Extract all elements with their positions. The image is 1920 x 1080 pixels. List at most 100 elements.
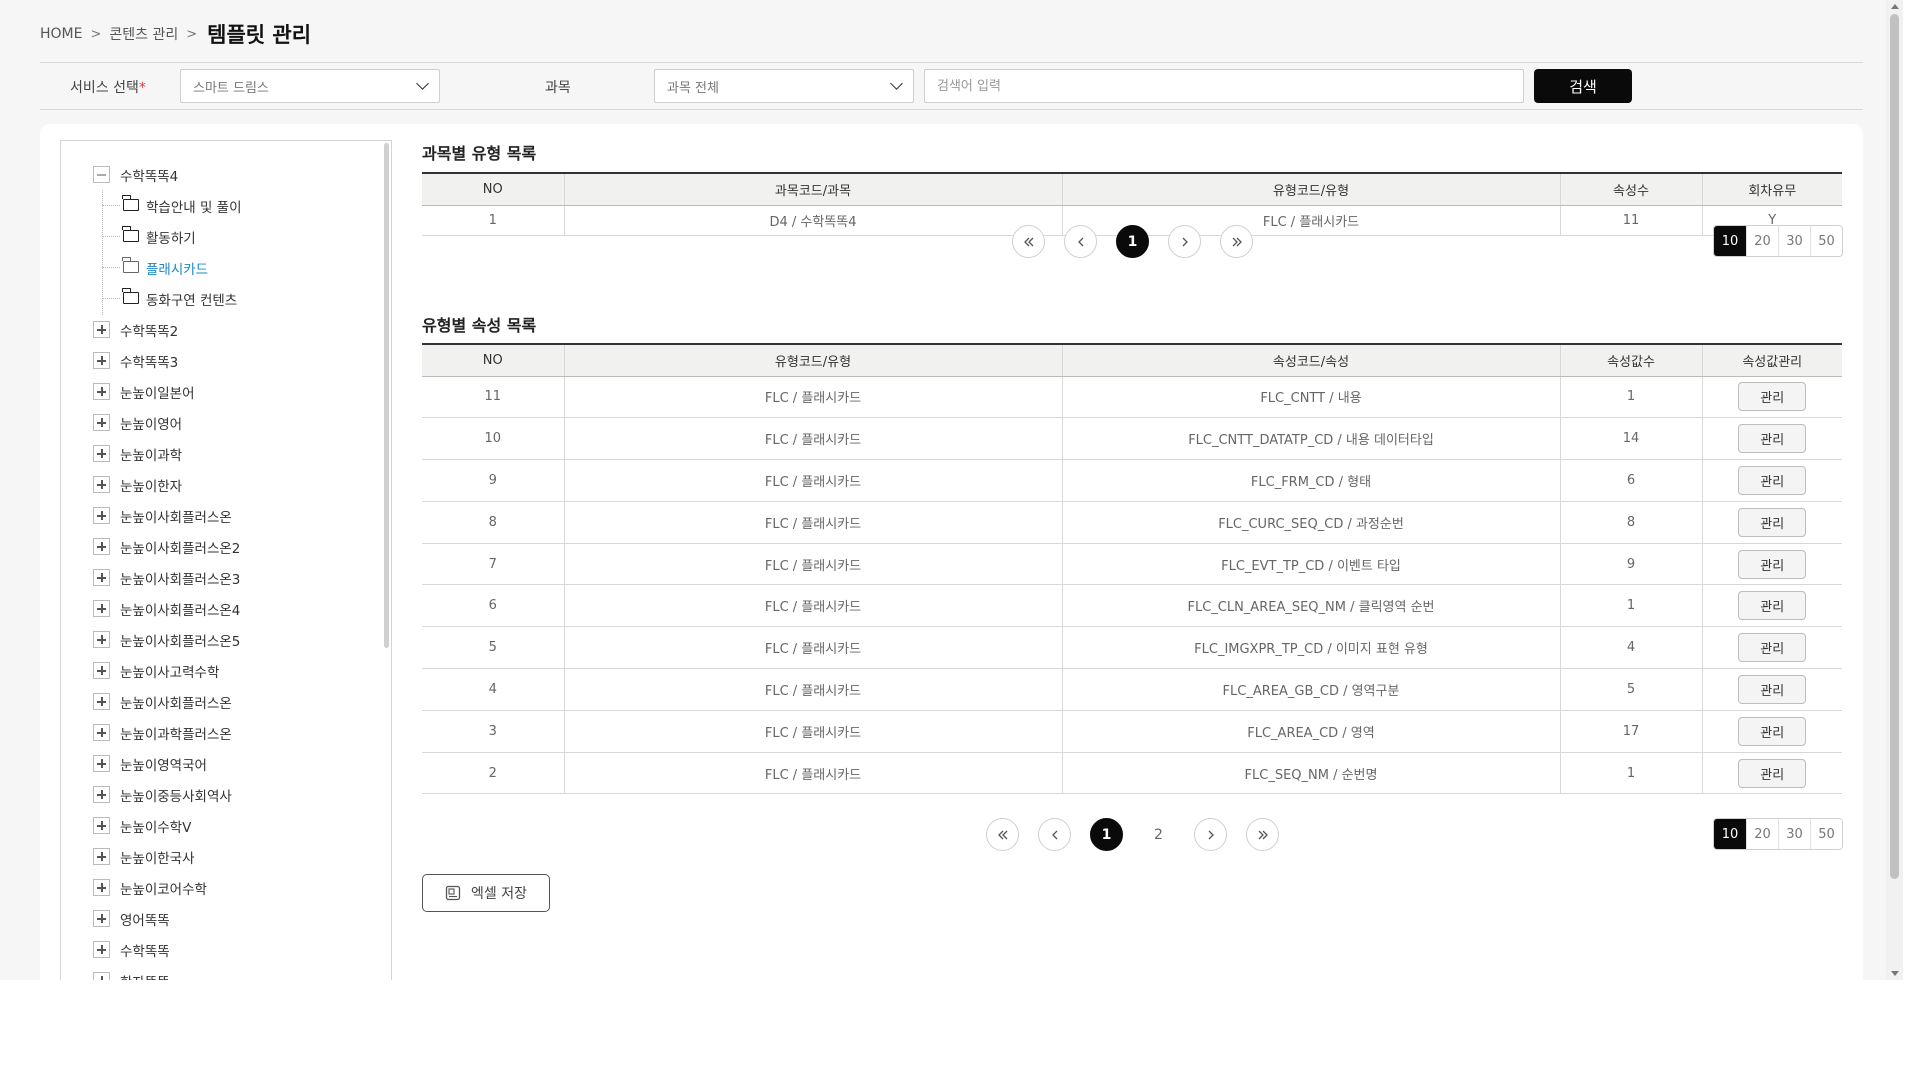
tree-item[interactable]: 눈높이사회플러스온2: [61, 531, 381, 562]
scroll-down-icon[interactable]: [1891, 971, 1899, 976]
manage-button[interactable]: 관리: [1738, 382, 1807, 412]
tree-item[interactable]: 눈높이사고력수학: [61, 655, 381, 686]
tree-item[interactable]: 수학똑똑2: [61, 314, 381, 345]
manage-button[interactable]: 관리: [1738, 465, 1807, 495]
tree-item-child[interactable]: 활동하기: [61, 221, 381, 252]
tree-item[interactable]: 한자똑똑: [61, 965, 381, 980]
expand-icon[interactable]: [93, 724, 110, 741]
tree-item[interactable]: 수학똑똑: [61, 934, 381, 965]
last-page-button[interactable]: [1246, 818, 1279, 851]
expand-icon[interactable]: [93, 879, 110, 896]
expand-icon[interactable]: [93, 693, 110, 710]
page-size-option[interactable]: 10: [1714, 819, 1746, 849]
first-page-button[interactable]: [986, 818, 1019, 851]
manage-button[interactable]: 관리: [1738, 758, 1807, 788]
table-row[interactable]: 8 FLC / 플래시카드 FLC_CURC_SEQ_CD / 과정순번 8 관리: [422, 501, 1842, 544]
last-page-button[interactable]: [1220, 225, 1253, 258]
tree-item[interactable]: 눈높이사회플러스온4: [61, 593, 381, 624]
expand-icon[interactable]: [93, 662, 110, 679]
search-button[interactable]: 검색: [1534, 69, 1632, 103]
expand-icon[interactable]: [93, 631, 110, 648]
page-scrollbar[interactable]: [1886, 0, 1903, 980]
expand-icon[interactable]: [93, 817, 110, 834]
tree-item-child[interactable]: 학습안내 및 풀이: [61, 190, 381, 221]
expand-icon[interactable]: [93, 569, 110, 586]
table-row[interactable]: 3 FLC / 플래시카드 FLC_AREA_CD / 영역 17 관리: [422, 710, 1842, 753]
collapse-icon[interactable]: [93, 166, 110, 183]
page-number-button[interactable]: 1: [1116, 225, 1149, 258]
manage-button[interactable]: 관리: [1738, 674, 1807, 704]
keyword-input[interactable]: [924, 69, 1524, 103]
tree-item[interactable]: 영어똑똑: [61, 903, 381, 934]
table-row[interactable]: 5 FLC / 플래시카드 FLC_IMGXPR_TP_CD / 이미지 표현 유형…: [422, 626, 1842, 670]
prev-page-button[interactable]: [1064, 225, 1097, 258]
tree-item[interactable]: 눈높이수학V: [61, 810, 381, 841]
page-size-option[interactable]: 30: [1778, 226, 1810, 256]
manage-button[interactable]: 관리: [1738, 591, 1807, 621]
page-number-button[interactable]: 2: [1142, 818, 1175, 851]
tree-item[interactable]: 눈높이영어: [61, 407, 381, 438]
manage-button[interactable]: 관리: [1738, 633, 1807, 663]
page-size-option[interactable]: 20: [1746, 226, 1778, 256]
expand-icon[interactable]: [93, 476, 110, 493]
expand-icon[interactable]: [93, 941, 110, 958]
tree-item[interactable]: 눈높이사회플러스온3: [61, 562, 381, 593]
expand-icon[interactable]: [93, 755, 110, 772]
expand-icon[interactable]: [93, 848, 110, 865]
table-row[interactable]: 4 FLC / 플래시카드 FLC_AREA_GB_CD / 영역구분 5 관리: [422, 668, 1842, 711]
tree-item[interactable]: 눈높이한자: [61, 469, 381, 500]
manage-button[interactable]: 관리: [1738, 549, 1807, 579]
table-row[interactable]: 2 FLC / 플래시카드 FLC_SEQ_NM / 순번명 1 관리: [422, 752, 1842, 795]
page-size-option[interactable]: 20: [1746, 819, 1778, 849]
tree-scrollbar[interactable]: [384, 143, 389, 648]
tree-item[interactable]: 눈높이과학: [61, 438, 381, 469]
expand-icon[interactable]: [93, 321, 110, 338]
subject-select[interactable]: 과목 전체: [654, 69, 914, 103]
tree-item[interactable]: 눈높이일본어: [61, 376, 381, 407]
table-row[interactable]: 7 FLC / 플래시카드 FLC_EVT_TP_CD / 이벤트 타입 9 관리: [422, 543, 1842, 586]
expand-icon[interactable]: [93, 972, 110, 980]
manage-button[interactable]: 관리: [1738, 716, 1807, 746]
expand-icon[interactable]: [93, 538, 110, 555]
first-page-button[interactable]: [1012, 225, 1045, 258]
expand-icon[interactable]: [93, 445, 110, 462]
tree-item[interactable]: 눈높이사회플러스온: [61, 500, 381, 531]
page-size-option[interactable]: 50: [1810, 226, 1842, 256]
tree-item[interactable]: 눈높이영역국어: [61, 748, 381, 779]
expand-icon[interactable]: [93, 910, 110, 927]
tree-item-expanded[interactable]: 수학똑똑4: [61, 159, 381, 190]
manage-button[interactable]: 관리: [1738, 424, 1807, 454]
expand-icon[interactable]: [93, 383, 110, 400]
next-page-button[interactable]: [1168, 225, 1201, 258]
scrollbar-thumb[interactable]: [1890, 14, 1899, 879]
page-size-option[interactable]: 10: [1714, 226, 1746, 256]
expand-icon[interactable]: [93, 600, 110, 617]
tree-item[interactable]: 눈높이코어수학: [61, 872, 381, 903]
prev-page-button[interactable]: [1038, 818, 1071, 851]
next-page-button[interactable]: [1194, 818, 1227, 851]
page-size-option[interactable]: 30: [1778, 819, 1810, 849]
tree-item-child[interactable]: 동화구연 컨텐츠: [61, 283, 381, 314]
expand-icon[interactable]: [93, 414, 110, 431]
page-size-option[interactable]: 50: [1810, 819, 1842, 849]
expand-icon[interactable]: [93, 507, 110, 524]
expand-icon[interactable]: [93, 786, 110, 803]
breadcrumb-home[interactable]: HOME: [40, 26, 82, 42]
tree-item[interactable]: 수학똑똑3: [61, 345, 381, 376]
tree-item[interactable]: 눈높이과학플러스온: [61, 717, 381, 748]
page-number-button[interactable]: 1: [1090, 818, 1123, 851]
table-row[interactable]: 10 FLC / 플래시카드 FLC_CNTT_DATATP_CD / 내용 데이터…: [422, 417, 1842, 461]
tree-item[interactable]: 눈높이중등사회역사: [61, 779, 381, 810]
tree-item[interactable]: 눈높이한국사: [61, 841, 381, 872]
expand-icon[interactable]: [93, 352, 110, 369]
service-select[interactable]: 스마트 드림스: [180, 69, 440, 103]
scroll-up-icon[interactable]: [1891, 4, 1899, 9]
table-row[interactable]: 6 FLC / 플래시카드 FLC_CLN_AREA_SEQ_NM / 클릭영역 순…: [422, 584, 1842, 628]
table-row[interactable]: 9 FLC / 플래시카드 FLC_FRM_CD / 형태 6 관리: [422, 459, 1842, 502]
manage-button[interactable]: 관리: [1738, 507, 1807, 537]
breadcrumb-section[interactable]: 콘텐츠 관리: [109, 24, 178, 44]
tree-item[interactable]: 눈높이사회플러스온: [61, 686, 381, 717]
tree-item-child[interactable]: 플래시카드: [61, 252, 381, 283]
table-row[interactable]: 11 FLC / 플래시카드 FLC_CNTT / 내용 1 관리: [422, 376, 1842, 419]
tree-item[interactable]: 눈높이사회플러스온5: [61, 624, 381, 655]
